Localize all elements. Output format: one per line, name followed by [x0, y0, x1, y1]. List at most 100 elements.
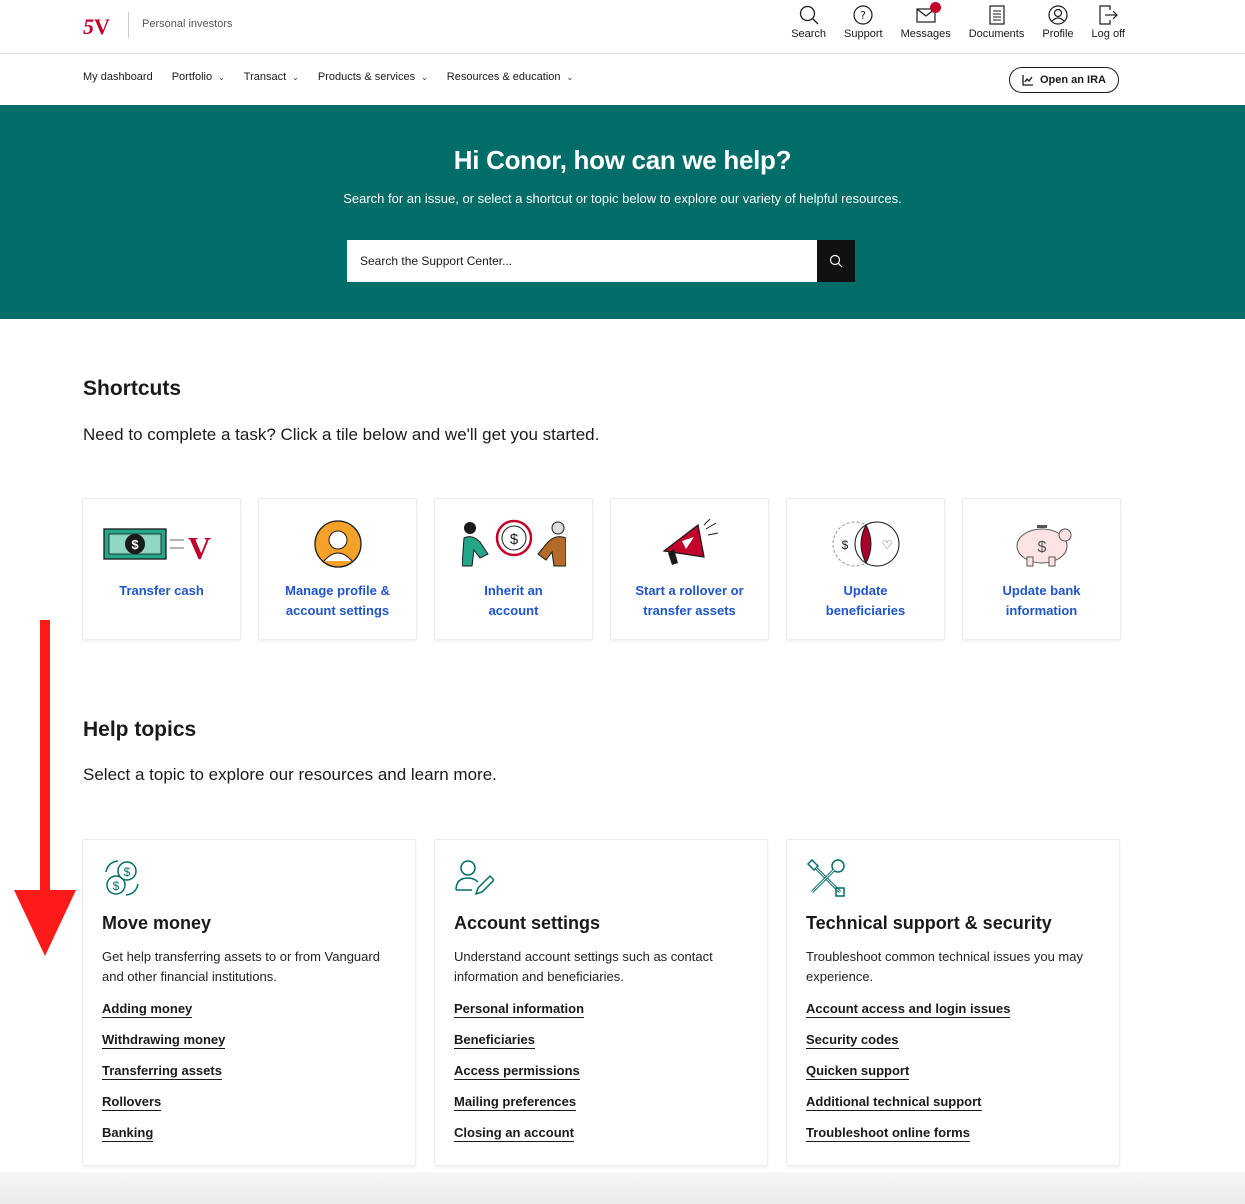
tile-label: Manage profile & account settings — [267, 581, 408, 621]
util-support-label: Support — [844, 28, 883, 40]
util-logoff[interactable]: Log off — [1092, 4, 1125, 40]
tile-manage-profile[interactable]: Manage profile & account settings — [259, 499, 416, 639]
link-adding-money[interactable]: Adding money — [102, 1000, 193, 1018]
link-banking[interactable]: Banking — [102, 1124, 154, 1142]
unread-badge — [929, 2, 941, 13]
tile-label-line1: Update bank — [1002, 583, 1081, 598]
user-edit-icon — [455, 860, 494, 896]
tile-label-line2: account settings — [285, 603, 390, 618]
chevron-down-icon: ⌄ — [292, 72, 299, 82]
nav-label: Products & services — [317, 71, 416, 83]
link-access-permissions[interactable]: Access permissions — [454, 1062, 580, 1080]
link-transferring-assets[interactable]: Transferring assets — [102, 1062, 222, 1080]
search-icon — [798, 4, 820, 26]
profile-avatar-icon — [259, 517, 416, 571]
link-beneficiaries[interactable]: Beneficiaries — [454, 1031, 535, 1049]
document-icon — [986, 4, 1008, 26]
support-search-input[interactable] — [347, 240, 817, 282]
svg-text:$: $ — [841, 538, 848, 552]
svg-text:$: $ — [131, 537, 139, 552]
topic-account-settings: Account settings Understand account sett… — [435, 840, 767, 1165]
vanguard-logo[interactable]: 5 V — [83, 14, 117, 38]
tile-label-line2: information — [1005, 603, 1078, 618]
tile-update-bank[interactable]: $ Update bank information — [963, 499, 1120, 639]
link-account-access[interactable]: Account access and login issues — [806, 1000, 1011, 1018]
tools-icon — [806, 858, 845, 897]
tile-label: Inherit an account — [443, 581, 584, 621]
util-search-label: Search — [791, 28, 827, 40]
tile-label: Update bank information — [971, 581, 1112, 621]
nav-products-services[interactable]: Products & services ⌄ — [318, 71, 428, 83]
svg-text:$: $ — [124, 865, 131, 879]
help-topic-cards: $ $ Move money Get help transferring ass… — [83, 840, 1119, 1165]
topic-technical-support: Technical support & security Troubleshoo… — [787, 840, 1119, 1165]
svg-text:5: 5 — [83, 14, 94, 38]
nav-resources-education[interactable]: Resources & education ⌄ — [447, 71, 573, 83]
chevron-down-icon: ⌄ — [421, 72, 428, 82]
nav-portfolio[interactable]: Portfolio ⌄ — [172, 71, 225, 83]
tile-label-line2: account — [488, 603, 539, 618]
svg-text:?: ? — [860, 9, 866, 22]
nav-transact[interactable]: Transact ⌄ — [244, 71, 299, 83]
tile-label-line2: transfer assets — [643, 603, 736, 618]
nav-my-dashboard[interactable]: My dashboard — [83, 71, 153, 83]
page-footer-edge — [0, 1172, 1245, 1204]
link-quicken-support[interactable]: Quicken support — [806, 1062, 910, 1080]
util-documents-label: Documents — [968, 28, 1025, 40]
tile-label: Transfer cash — [91, 581, 232, 601]
tile-update-beneficiaries[interactable]: $ ♡ Update beneficiaries — [787, 499, 944, 639]
tile-label-line2: beneficiaries — [825, 603, 906, 618]
nav-label: My dashboard — [83, 71, 153, 83]
logoff-icon — [1097, 4, 1119, 26]
open-ira-button[interactable]: Open an IRA — [1008, 67, 1119, 93]
tile-transfer-cash[interactable]: $ V Transfer cash — [83, 499, 240, 639]
link-mailing-preferences[interactable]: Mailing preferences — [454, 1093, 577, 1111]
tile-label: Start a rollover or transfer assets — [619, 581, 760, 621]
megaphone-icon — [611, 517, 768, 571]
scroll-down-arrow-icon — [14, 620, 76, 956]
svg-text:V: V — [94, 14, 110, 38]
svg-text:$: $ — [1037, 539, 1046, 556]
util-documents[interactable]: Documents — [968, 4, 1025, 40]
link-closing-account[interactable]: Closing an account — [454, 1124, 574, 1142]
link-troubleshoot-forms[interactable]: Troubleshoot online forms — [806, 1124, 970, 1142]
nav-label: Resources & education — [446, 71, 561, 83]
link-personal-information[interactable]: Personal information — [454, 1000, 585, 1018]
mail-icon — [915, 2, 941, 26]
main-nav: My dashboard Portfolio ⌄ Transact ⌄ Produc… — [0, 55, 1245, 105]
search-submit-button[interactable] — [817, 240, 855, 282]
support-hero: Hi Conor, how can we help? Search for an… — [0, 105, 1245, 319]
link-withdrawing-money[interactable]: Withdrawing money — [102, 1031, 226, 1049]
topic-description: Understand account settings such as cont… — [454, 949, 713, 984]
util-profile-label: Profile — [1042, 28, 1074, 40]
utility-nav: Search ? Support Messages Documents Prof… — [791, 2, 1125, 40]
util-profile[interactable]: Profile — [1042, 4, 1074, 40]
tile-start-rollover[interactable]: Start a rollover or transfer assets — [611, 499, 768, 639]
link-additional-tech-support[interactable]: Additional technical support — [806, 1093, 982, 1111]
svg-text:V: V — [188, 530, 211, 566]
topic-title: Technical support & security — [806, 913, 1052, 933]
util-messages-label: Messages — [900, 28, 951, 40]
tile-inherit-account[interactable]: $ Inherit an account — [435, 499, 592, 639]
support-search — [347, 240, 855, 282]
hero-title: Hi Conor, how can we help? — [453, 145, 792, 175]
shortcuts-heading: Shortcuts — [83, 377, 182, 400]
link-security-codes[interactable]: Security codes — [806, 1031, 899, 1049]
money-transfer-icon: $ $ — [105, 860, 139, 896]
util-support[interactable]: ? Support — [844, 4, 883, 40]
topic-move-money: $ $ Move money Get help transferring ass… — [83, 840, 415, 1165]
util-search[interactable]: Search — [791, 4, 826, 40]
topic-links: Account access and login issues Security… — [806, 1000, 1011, 1155]
inherit-account-icon: $ — [435, 517, 592, 571]
link-rollovers[interactable]: Rollovers — [102, 1093, 162, 1111]
nav-items: My dashboard Portfolio ⌄ Transact ⌄ Produc… — [83, 71, 592, 83]
util-messages[interactable]: Messages — [900, 2, 951, 40]
chevron-down-icon: ⌄ — [218, 72, 225, 82]
tile-label-line1: Manage profile & — [285, 583, 390, 598]
transfer-cash-icon: $ V — [83, 517, 240, 571]
svg-text:$: $ — [113, 879, 120, 893]
portal-label: Personal investors — [142, 18, 233, 30]
topic-description: Get help transferring assets to or from … — [102, 949, 380, 984]
nav-label: Transact — [243, 71, 287, 83]
topic-title: Account settings — [454, 913, 601, 933]
